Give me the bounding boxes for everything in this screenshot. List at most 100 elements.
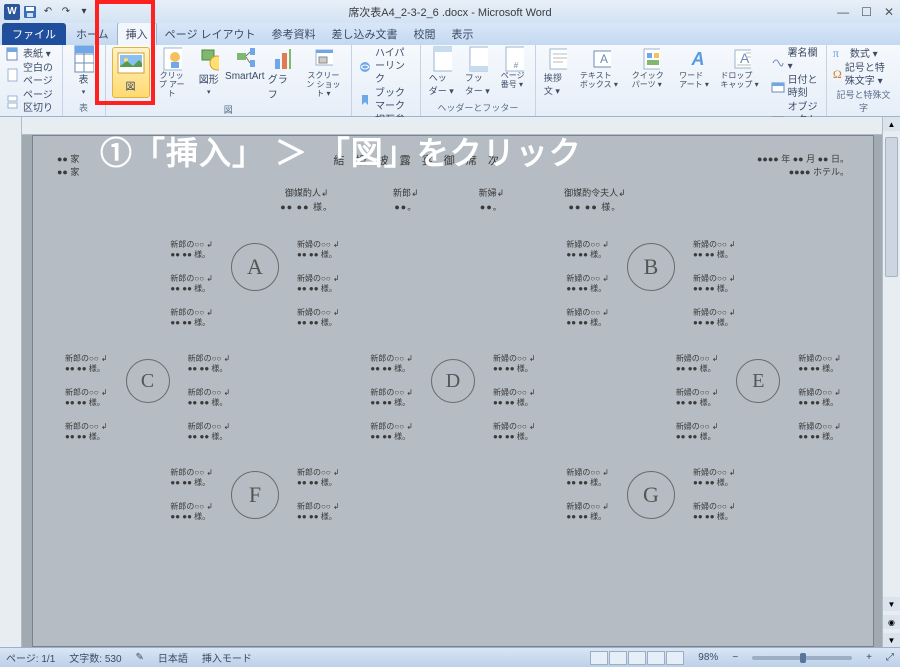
guest-column: 新郎の○○ ↲●● ●● 様。新郎の○○ ↲●● ●● 様。 (65, 354, 108, 408)
signature-button[interactable]: 署名欄 ▾ (771, 47, 820, 73)
tab-references[interactable]: 参考資料 (264, 23, 324, 45)
screenshot-button[interactable]: スクリーン ショット ▾ (302, 47, 345, 100)
scroll-down-icon[interactable]: ▼ (883, 597, 900, 611)
symbol-icon: Ω (833, 68, 842, 82)
guest-column: 新郎の○○ ↲●● ●● 様。新郎の○○ ↲●● ●● 様。 (170, 240, 213, 294)
table-circle: A (231, 243, 279, 291)
guest-entry: 新婦の○○ ↲●● ●● 様。 (676, 354, 719, 374)
tab-mailings[interactable]: 差し込み文書 (324, 23, 406, 45)
tab-home[interactable]: ホーム (68, 23, 117, 45)
smartart-button[interactable]: SmartArt (230, 47, 260, 84)
maximize-button[interactable]: ☐ (861, 5, 872, 19)
guest-column: 新郎の○○ ↲●● ●● 様。新郎の○○ ↲●● ●● 様。 (297, 468, 340, 522)
view-buttons[interactable] (590, 651, 684, 665)
guest-entry: 新婦の○○ ↲●● ●● 様。 (297, 240, 340, 260)
greeting-button[interactable]: 挨拶文 ▾ (542, 47, 572, 99)
status-language[interactable]: 日本語 (158, 650, 188, 665)
chart-button[interactable]: グラフ (266, 47, 296, 103)
vertical-ruler (0, 117, 22, 647)
page-break-button[interactable]: ページ区切り (6, 89, 56, 115)
equation-button[interactable]: π数式 ▾ (833, 47, 894, 61)
svg-text:A: A (690, 49, 704, 69)
wordart-icon: A (685, 49, 705, 69)
quick-access-toolbar: W ↶ ↷ ▾ (0, 4, 92, 20)
footer-button[interactable]: フッター ▾ (463, 47, 493, 99)
scroll-thumb[interactable] (885, 137, 898, 277)
picture-button[interactable]: 図 (112, 47, 150, 98)
smartart-icon (235, 49, 255, 69)
svg-text:A: A (600, 52, 608, 66)
tab-file[interactable]: ファイル (2, 23, 66, 45)
tab-view[interactable]: 表示 (444, 23, 482, 45)
symbol-button[interactable]: Ω記号と特殊文字 ▾ (833, 62, 894, 88)
horizontal-ruler (22, 117, 882, 135)
status-spellcheck-icon[interactable]: ✎ (136, 652, 144, 663)
group-link: ハイパーリンク ブックマーク 相互参照 リンク (352, 45, 421, 116)
save-icon[interactable] (22, 4, 38, 20)
zoom-out-button[interactable]: − (732, 652, 738, 663)
guest-entry: 新郎の○○ ↲●● ●● 様。 (170, 502, 213, 522)
wordart-button[interactable]: Aワードアート ▾ (677, 47, 712, 91)
document-canvas[interactable]: ●● 家 ●● 家 結 婚 披 露 宴 御 席 次 ●●●● 年 ●● 月 ●●… (22, 117, 882, 647)
group-illustrations: 図 クリップ アート 図形▾ SmartArt グラフ スクリーン ショット ▾ (106, 45, 352, 116)
blank-page-button[interactable]: 空白のページ (6, 62, 56, 88)
bookmark-icon (358, 93, 372, 107)
header-icon (432, 49, 452, 69)
guest-entry: 新婦の○○ ↲●● ●● 様。 (693, 502, 736, 522)
guest-entry: 新郎の○○ ↲●● ●● 様。 (297, 502, 340, 522)
title-bar: W ↶ ↷ ▾ 席次表A4_2-3-2_6 .docx - Microsoft … (0, 0, 900, 23)
next-page-icon[interactable]: ▼ (883, 633, 900, 647)
page: ●● 家 ●● 家 結 婚 披 露 宴 御 席 次 ●●●● 年 ●● 月 ●●… (32, 135, 874, 647)
scroll-up-icon[interactable]: ▲ (883, 117, 900, 131)
cover-page-button[interactable]: 表紙 ▾ (6, 47, 56, 61)
guest-entry: 新郎の○○ ↲●● ●● 様。 (65, 388, 108, 408)
guest-entry: 新婦の○○ ↲●● ●● 様。 (693, 468, 736, 488)
zoom-value[interactable]: 98% (698, 652, 718, 663)
zoom-in-button[interactable]: + (866, 652, 872, 663)
prev-page-icon[interactable]: ◉ (883, 615, 900, 629)
table-button[interactable]: 表▾ (69, 47, 99, 98)
guest-column: 新婦の○○ ↲●● ●● 様。新婦の○○ ↲●● ●● 様。 (493, 354, 536, 408)
guest-entry: 新郎の○○ ↲●● ●● 様。 (188, 422, 231, 442)
window-title: 席次表A4_2-3-2_6 .docx - Microsoft Word (348, 4, 551, 20)
minimize-button[interactable]: — (837, 5, 849, 19)
bookmark-button[interactable]: ブックマーク (358, 87, 414, 113)
close-button[interactable]: ✕ (884, 5, 894, 19)
status-words[interactable]: 文字数: 530 (69, 650, 121, 665)
qat-more-icon[interactable]: ▾ (76, 4, 92, 20)
dropcap-button[interactable]: Aドロップ キャップ ▾ (718, 47, 764, 91)
page-number-icon: # (504, 49, 524, 69)
signature-icon (771, 53, 785, 67)
vertical-scrollbar[interactable]: ▲ ▼ ◉ ▼ (882, 117, 900, 647)
hyperlink-button[interactable]: ハイパーリンク (358, 47, 414, 86)
guest-entry: 新婦の○○ ↲●● ●● 様。 (693, 308, 736, 328)
header-button[interactable]: ヘッダー ▾ (427, 47, 457, 99)
redo-icon[interactable]: ↷ (58, 4, 74, 20)
guest-column: 新婦の○○ ↲●● ●● 様。新婦の○○ ↲●● ●● 様。 (693, 240, 736, 294)
tab-page-layout[interactable]: ページ レイアウト (157, 23, 264, 45)
guest-entry: 新婦の○○ ↲●● ●● 様。 (493, 354, 536, 374)
zoom-slider[interactable] (752, 656, 852, 660)
shapes-button[interactable]: 図形▾ (194, 47, 224, 98)
guest-entry: 新婦の○○ ↲●● ●● 様。 (566, 240, 609, 260)
guest-entry: 新婦の○○ ↲●● ●● 様。 (566, 502, 609, 522)
left-family-1: ●● 家 (57, 152, 79, 165)
datetime-button[interactable]: 日付と時刻 (771, 74, 820, 100)
left-family-2: ●● 家 (57, 165, 79, 178)
table-block: 新郎の○○ ↲●● ●● 様。新郎の○○ ↲●● ●● 様。D新婦の○○ ↲●●… (370, 354, 535, 442)
status-page[interactable]: ページ: 1/1 (6, 650, 55, 665)
guest-entry: 新郎の○○ ↲●● ●● 様。 (370, 422, 413, 442)
tab-insert[interactable]: 挿入 (117, 22, 157, 45)
textbox-button[interactable]: Aテキスト ボックス ▾ (578, 47, 624, 91)
clipart-button[interactable]: クリップ アート (156, 47, 188, 100)
guest-column: 新婦の○○ ↲●● ●● 様。新婦の○○ ↲●● ●● 様。 (566, 468, 609, 522)
undo-icon[interactable]: ↶ (40, 4, 56, 20)
page-number-button[interactable]: #ページ 番号 ▾ (499, 47, 529, 91)
clipart-icon (162, 49, 182, 69)
quickparts-button[interactable]: クイック パーツ ▾ (630, 47, 671, 91)
fullscreen-button[interactable]: ⤢ (886, 652, 894, 663)
group-symbols: π数式 ▾ Ω記号と特殊文字 ▾ 記号と特殊文字 (827, 45, 900, 116)
tab-review[interactable]: 校閲 (406, 23, 444, 45)
quickparts-icon (640, 49, 660, 69)
status-mode[interactable]: 挿入モード (202, 650, 252, 665)
